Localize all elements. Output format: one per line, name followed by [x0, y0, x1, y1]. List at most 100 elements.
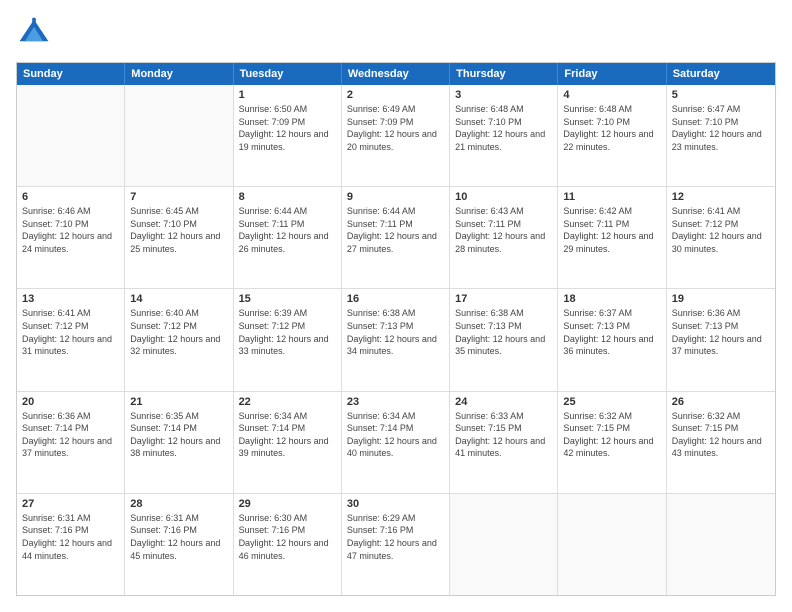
calendar-cell: 4 Sunrise: 6:48 AM Sunset: 7:10 PM Daylig… [558, 85, 666, 186]
header [16, 16, 776, 52]
day-number: 20 [22, 396, 119, 408]
calendar-cell: 23 Sunrise: 6:34 AM Sunset: 7:14 PM Dayli… [342, 392, 450, 493]
calendar-cell [450, 494, 558, 595]
calendar-cell: 17 Sunrise: 6:38 AM Sunset: 7:13 PM Dayli… [450, 289, 558, 390]
calendar-cell: 29 Sunrise: 6:30 AM Sunset: 7:16 PM Dayli… [234, 494, 342, 595]
cell-sun-info: Sunrise: 6:34 AM Sunset: 7:14 PM Dayligh… [347, 410, 444, 460]
cell-sun-info: Sunrise: 6:46 AM Sunset: 7:10 PM Dayligh… [22, 205, 119, 255]
calendar-cell: 16 Sunrise: 6:38 AM Sunset: 7:13 PM Dayli… [342, 289, 450, 390]
day-number: 14 [130, 293, 227, 305]
day-number: 12 [672, 191, 770, 203]
cell-sun-info: Sunrise: 6:38 AM Sunset: 7:13 PM Dayligh… [455, 307, 552, 357]
calendar-row-0: 1Sunrise: 6:50 AM Sunset: 7:09 PM Daylig… [17, 85, 775, 187]
header-day-friday: Friday [558, 63, 666, 85]
cell-sun-info: Sunrise: 6:33 AM Sunset: 7:15 PM Dayligh… [455, 410, 552, 460]
calendar-cell: 11 Sunrise: 6:42 AM Sunset: 7:11 PM Dayli… [558, 187, 666, 288]
calendar-cell: 13 Sunrise: 6:41 AM Sunset: 7:12 PM Dayli… [17, 289, 125, 390]
cell-sun-info: Sunrise: 6:39 AM Sunset: 7:12 PM Dayligh… [239, 307, 336, 357]
logo-icon [16, 16, 52, 52]
calendar-cell: 26Sunrise: 6:32 AM Sunset: 7:15 PM Dayli… [667, 392, 775, 493]
day-number: 30 [347, 498, 444, 510]
logo [16, 16, 56, 52]
calendar-cell: 8 Sunrise: 6:44 AM Sunset: 7:11 PM Daylig… [234, 187, 342, 288]
calendar-cell: 24Sunrise: 6:33 AM Sunset: 7:15 PM Dayli… [450, 392, 558, 493]
day-number: 26 [672, 396, 770, 408]
calendar-row-2: 13 Sunrise: 6:41 AM Sunset: 7:12 PM Dayli… [17, 289, 775, 391]
calendar-cell: 2 Sunrise: 6:49 AM Sunset: 7:09 PM Daylig… [342, 85, 450, 186]
cell-sun-info: Sunrise: 6:41 AM Sunset: 7:12 PM Dayligh… [22, 307, 119, 357]
calendar-cell: 9Sunrise: 6:44 AM Sunset: 7:11 PM Daylig… [342, 187, 450, 288]
day-number: 4 [563, 89, 660, 101]
day-number: 7 [130, 191, 227, 203]
day-number: 21 [130, 396, 227, 408]
cell-sun-info: Sunrise: 6:36 AM Sunset: 7:13 PM Dayligh… [672, 307, 770, 357]
day-number: 19 [672, 293, 770, 305]
calendar-cell [17, 85, 125, 186]
calendar-row-4: 27 Sunrise: 6:31 AM Sunset: 7:16 PM Dayli… [17, 494, 775, 595]
day-number: 27 [22, 498, 119, 510]
day-number: 29 [239, 498, 336, 510]
cell-sun-info: Sunrise: 6:36 AM Sunset: 7:14 PM Dayligh… [22, 410, 119, 460]
day-number: 5 [672, 89, 770, 101]
day-number: 6 [22, 191, 119, 203]
calendar-cell [125, 85, 233, 186]
calendar: SundayMondayTuesdayWednesdayThursdayFrid… [16, 62, 776, 596]
cell-sun-info: Sunrise: 6:40 AM Sunset: 7:12 PM Dayligh… [130, 307, 227, 357]
calendar-cell: 14 Sunrise: 6:40 AM Sunset: 7:12 PM Dayli… [125, 289, 233, 390]
cell-sun-info: Sunrise: 6:34 AM Sunset: 7:14 PM Dayligh… [239, 410, 336, 460]
cell-sun-info: Sunrise: 6:41 AM Sunset: 7:12 PM Dayligh… [672, 205, 770, 255]
cell-sun-info: Sunrise: 6:37 AM Sunset: 7:13 PM Dayligh… [563, 307, 660, 357]
cell-sun-info: Sunrise: 6:44 AM Sunset: 7:11 PM Dayligh… [239, 205, 336, 255]
calendar-row-3: 20 Sunrise: 6:36 AM Sunset: 7:14 PM Dayli… [17, 392, 775, 494]
cell-sun-info: Sunrise: 6:31 AM Sunset: 7:16 PM Dayligh… [22, 512, 119, 562]
day-number: 3 [455, 89, 552, 101]
calendar-cell: 1Sunrise: 6:50 AM Sunset: 7:09 PM Daylig… [234, 85, 342, 186]
day-number: 2 [347, 89, 444, 101]
cell-sun-info: Sunrise: 6:38 AM Sunset: 7:13 PM Dayligh… [347, 307, 444, 357]
page: SundayMondayTuesdayWednesdayThursdayFrid… [0, 0, 792, 612]
day-number: 16 [347, 293, 444, 305]
cell-sun-info: Sunrise: 6:48 AM Sunset: 7:10 PM Dayligh… [563, 103, 660, 153]
day-number: 28 [130, 498, 227, 510]
header-day-monday: Monday [125, 63, 233, 85]
cell-sun-info: Sunrise: 6:45 AM Sunset: 7:10 PM Dayligh… [130, 205, 227, 255]
day-number: 10 [455, 191, 552, 203]
calendar-cell: 3 Sunrise: 6:48 AM Sunset: 7:10 PM Daylig… [450, 85, 558, 186]
cell-sun-info: Sunrise: 6:30 AM Sunset: 7:16 PM Dayligh… [239, 512, 336, 562]
day-number: 18 [563, 293, 660, 305]
calendar-row-1: 6 Sunrise: 6:46 AM Sunset: 7:10 PM Daylig… [17, 187, 775, 289]
calendar-body: 1Sunrise: 6:50 AM Sunset: 7:09 PM Daylig… [17, 85, 775, 595]
header-day-wednesday: Wednesday [342, 63, 450, 85]
calendar-cell: 30 Sunrise: 6:29 AM Sunset: 7:16 PM Dayli… [342, 494, 450, 595]
calendar-cell: 27 Sunrise: 6:31 AM Sunset: 7:16 PM Dayli… [17, 494, 125, 595]
calendar-cell: 18 Sunrise: 6:37 AM Sunset: 7:13 PM Dayli… [558, 289, 666, 390]
calendar-cell [667, 494, 775, 595]
day-number: 15 [239, 293, 336, 305]
calendar-cell: 25Sunrise: 6:32 AM Sunset: 7:15 PM Dayli… [558, 392, 666, 493]
day-number: 11 [563, 191, 660, 203]
cell-sun-info: Sunrise: 6:48 AM Sunset: 7:10 PM Dayligh… [455, 103, 552, 153]
cell-sun-info: Sunrise: 6:42 AM Sunset: 7:11 PM Dayligh… [563, 205, 660, 255]
calendar-cell: 21 Sunrise: 6:35 AM Sunset: 7:14 PM Dayli… [125, 392, 233, 493]
calendar-cell [558, 494, 666, 595]
cell-sun-info: Sunrise: 6:35 AM Sunset: 7:14 PM Dayligh… [130, 410, 227, 460]
cell-sun-info: Sunrise: 6:49 AM Sunset: 7:09 PM Dayligh… [347, 103, 444, 153]
day-number: 13 [22, 293, 119, 305]
cell-sun-info: Sunrise: 6:47 AM Sunset: 7:10 PM Dayligh… [672, 103, 770, 153]
day-number: 23 [347, 396, 444, 408]
cell-sun-info: Sunrise: 6:44 AM Sunset: 7:11 PM Dayligh… [347, 205, 444, 255]
day-number: 17 [455, 293, 552, 305]
cell-sun-info: Sunrise: 6:32 AM Sunset: 7:15 PM Dayligh… [563, 410, 660, 460]
cell-sun-info: Sunrise: 6:31 AM Sunset: 7:16 PM Dayligh… [130, 512, 227, 562]
cell-sun-info: Sunrise: 6:43 AM Sunset: 7:11 PM Dayligh… [455, 205, 552, 255]
calendar-cell: 5 Sunrise: 6:47 AM Sunset: 7:10 PM Daylig… [667, 85, 775, 186]
header-day-saturday: Saturday [667, 63, 775, 85]
calendar-cell: 12 Sunrise: 6:41 AM Sunset: 7:12 PM Dayli… [667, 187, 775, 288]
calendar-cell: 20 Sunrise: 6:36 AM Sunset: 7:14 PM Dayli… [17, 392, 125, 493]
cell-sun-info: Sunrise: 6:29 AM Sunset: 7:16 PM Dayligh… [347, 512, 444, 562]
day-number: 8 [239, 191, 336, 203]
cell-sun-info: Sunrise: 6:50 AM Sunset: 7:09 PM Dayligh… [239, 103, 336, 153]
calendar-cell: 19 Sunrise: 6:36 AM Sunset: 7:13 PM Dayli… [667, 289, 775, 390]
calendar-cell: 28 Sunrise: 6:31 AM Sunset: 7:16 PM Dayli… [125, 494, 233, 595]
calendar-cell: 22Sunrise: 6:34 AM Sunset: 7:14 PM Dayli… [234, 392, 342, 493]
